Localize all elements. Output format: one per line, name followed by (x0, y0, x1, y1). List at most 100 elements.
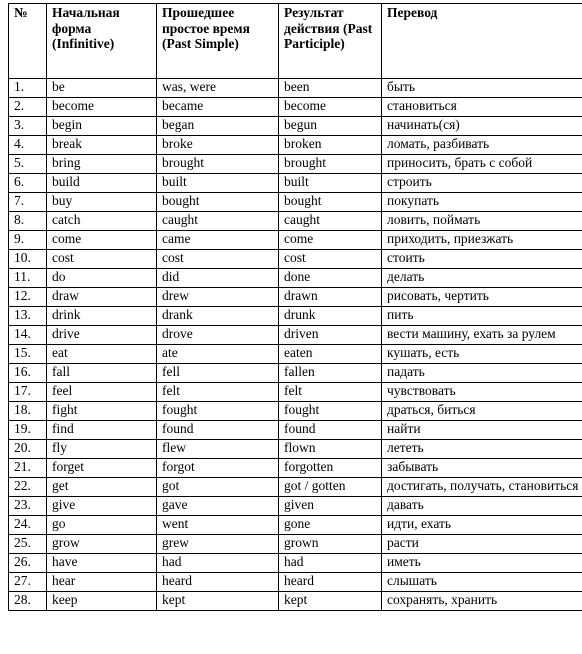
cell-past-participle: grown (278, 534, 382, 554)
cell-translation: расти (381, 534, 582, 554)
cell-infinitive: bring (46, 154, 157, 174)
table-header: № Начальная форма (Infinitive) Прошедшее… (8, 3, 582, 79)
cell-past-participle: bought (278, 192, 382, 212)
cell-past-participle: brought (278, 154, 382, 174)
cell-past-participle: drawn (278, 287, 382, 307)
cell-past-simple: cost (156, 249, 279, 269)
cell-infinitive: drink (46, 306, 157, 326)
cell-number: 22. (8, 477, 47, 497)
cell-infinitive: cost (46, 249, 157, 269)
irregular-verbs-table-container: № Начальная форма (Infinitive) Прошедшее… (8, 3, 582, 611)
cell-translation: строить (381, 173, 582, 193)
cell-past-participle: begun (278, 116, 382, 136)
cell-past-participle: heard (278, 572, 382, 592)
cell-past-participle: got / gotten (278, 477, 382, 497)
table-row: 10. cost cost cost стоить (8, 249, 582, 269)
cell-infinitive: become (46, 97, 157, 117)
cell-number: 19. (8, 420, 47, 440)
cell-translation: ломать, разбивать (381, 135, 582, 155)
cell-number: 10. (8, 249, 47, 269)
cell-translation: слышать (381, 572, 582, 592)
cell-number: 3. (8, 116, 47, 136)
cell-infinitive: go (46, 515, 157, 535)
cell-past-participle: had (278, 553, 382, 573)
cell-past-simple: came (156, 230, 279, 250)
table-row: 17. feel felt felt чувствовать (8, 382, 582, 402)
cell-past-participle: eaten (278, 344, 382, 364)
table-header-row: № Начальная форма (Infinitive) Прошедшее… (8, 3, 582, 79)
table-row: 8. catch caught caught ловить, поймать (8, 211, 582, 231)
cell-translation: чувствовать (381, 382, 582, 402)
cell-infinitive: fight (46, 401, 157, 421)
cell-translation: становиться (381, 97, 582, 117)
table-row: 18. fight fought fought драться, биться (8, 401, 582, 421)
cell-past-participle: kept (278, 591, 382, 611)
cell-translation: делать (381, 268, 582, 288)
table-row: 9. come came come приходить, приезжать (8, 230, 582, 250)
table-row: 2. become became become становиться (8, 97, 582, 117)
cell-translation: забывать (381, 458, 582, 478)
table-row: 20. fly flew flown лететь (8, 439, 582, 459)
table-row: 4. break broke broken ломать, разбивать (8, 135, 582, 155)
cell-past-participle: caught (278, 211, 382, 231)
cell-infinitive: do (46, 268, 157, 288)
cell-past-simple: fell (156, 363, 279, 383)
cell-past-simple: drove (156, 325, 279, 345)
cell-number: 20. (8, 439, 47, 459)
cell-past-simple: caught (156, 211, 279, 231)
table-body: 1. be was, were been быть 2. become became becom… (8, 78, 582, 611)
cell-translation: кушать, есть (381, 344, 582, 364)
cell-past-participle: drunk (278, 306, 382, 326)
cell-number: 12. (8, 287, 47, 307)
cell-past-participle: flown (278, 439, 382, 459)
cell-infinitive: break (46, 135, 157, 155)
cell-past-participle: built (278, 173, 382, 193)
cell-number: 6. (8, 173, 47, 193)
cell-past-simple: found (156, 420, 279, 440)
cell-past-participle: forgotten (278, 458, 382, 478)
cell-past-simple: fought (156, 401, 279, 421)
cell-infinitive: drive (46, 325, 157, 345)
cell-translation: покупать (381, 192, 582, 212)
cell-past-simple: forgot (156, 458, 279, 478)
cell-past-simple: bought (156, 192, 279, 212)
cell-translation: приходить, приезжать (381, 230, 582, 250)
cell-translation: рисовать, чертить (381, 287, 582, 307)
table-row: 26. have had had иметь (8, 553, 582, 573)
cell-translation: давать (381, 496, 582, 516)
cell-number: 2. (8, 97, 47, 117)
table-row: 13. drink drank drunk пить (8, 306, 582, 326)
cell-past-simple: drank (156, 306, 279, 326)
cell-translation: падать (381, 363, 582, 383)
cell-infinitive: buy (46, 192, 157, 212)
cell-translation: стоить (381, 249, 582, 269)
table-row: 15. eat ate eaten кушать, есть (8, 344, 582, 364)
cell-translation: драться, биться (381, 401, 582, 421)
cell-translation: ловить, поймать (381, 211, 582, 231)
table-row: 5. bring brought brought приносить, брать с … (8, 154, 582, 174)
cell-number: 15. (8, 344, 47, 364)
table-row: 3. begin began begun начинать(ся) (8, 116, 582, 136)
cell-past-simple: brought (156, 154, 279, 174)
table-row: 23. give gave given давать (8, 496, 582, 516)
cell-number: 11. (8, 268, 47, 288)
cell-past-participle: done (278, 268, 382, 288)
irregular-verbs-table: № Начальная форма (Infinitive) Прошедшее… (8, 3, 582, 611)
cell-translation: пить (381, 306, 582, 326)
cell-past-participle: felt (278, 382, 382, 402)
cell-infinitive: have (46, 553, 157, 573)
cell-number: 13. (8, 306, 47, 326)
table-row: 1. be was, were been быть (8, 78, 582, 98)
cell-infinitive: catch (46, 211, 157, 231)
cell-translation: вести машину, ехать за рулем (381, 325, 582, 345)
table-row: 12. draw drew drawn рисовать, чертить (8, 287, 582, 307)
cell-past-simple: broke (156, 135, 279, 155)
cell-past-participle: driven (278, 325, 382, 345)
table-row: 21. forget forgot forgotten забывать (8, 458, 582, 478)
cell-infinitive: feel (46, 382, 157, 402)
cell-number: 17. (8, 382, 47, 402)
table-row: 19. find found found найти (8, 420, 582, 440)
cell-infinitive: keep (46, 591, 157, 611)
cell-infinitive: give (46, 496, 157, 516)
cell-infinitive: fall (46, 363, 157, 383)
